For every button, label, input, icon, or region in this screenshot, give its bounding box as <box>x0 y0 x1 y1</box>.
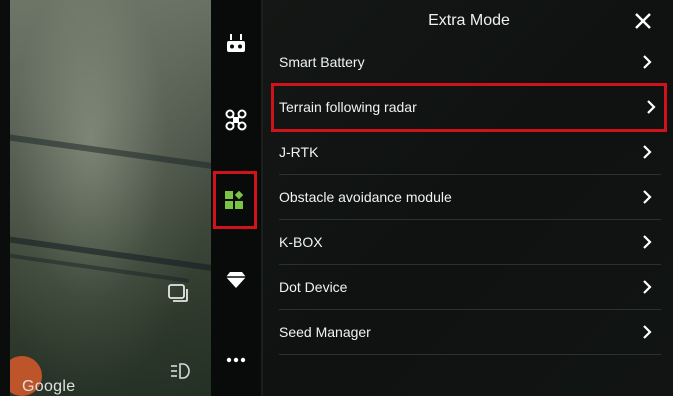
map-texture <box>10 131 211 175</box>
menu-item-label: Seed Manager <box>279 324 371 340</box>
menu-item-label: Terrain following radar <box>279 99 417 115</box>
chevron-right-icon <box>643 190 652 204</box>
menu-item-label: J-RTK <box>279 144 319 160</box>
menu-item-terrain-following-radar[interactable]: Terrain following radar <box>271 83 667 132</box>
menu-item-smart-battery[interactable]: Smart Battery <box>279 40 661 85</box>
light-icon[interactable] <box>170 362 190 386</box>
chevron-right-icon <box>643 325 652 339</box>
menu-item-k-box[interactable]: K-BOX <box>279 220 661 265</box>
pip-toggle-icon[interactable] <box>168 284 188 302</box>
map-view[interactable]: Google <box>10 0 211 396</box>
remote-controller-icon[interactable] <box>211 24 261 64</box>
extra-mode-menu: Smart Battery Terrain following radar J-… <box>271 40 667 355</box>
map-attribution: Google <box>22 378 76 395</box>
map-texture <box>10 234 211 272</box>
diamond-icon[interactable] <box>211 260 261 300</box>
close-icon[interactable] <box>632 10 654 32</box>
more-icon[interactable] <box>211 340 261 380</box>
chevron-right-icon <box>643 280 652 294</box>
menu-item-label: Smart Battery <box>279 54 365 70</box>
menu-item-label: Obstacle avoidance module <box>279 189 452 205</box>
extra-mode-panel: Extra Mode Smart Battery Terrain followi… <box>263 0 673 396</box>
menu-item-dot-device[interactable]: Dot Device <box>279 265 661 310</box>
menu-item-label: K-BOX <box>279 234 323 250</box>
extra-mode-icon[interactable] <box>213 171 257 229</box>
panel-title: Extra Mode <box>428 12 510 29</box>
side-icon-rail <box>211 0 261 396</box>
app-frame: Google Extra Mode Smart Battery Terrain … <box>0 0 673 396</box>
map-texture <box>10 251 190 283</box>
chevron-right-icon <box>643 145 652 159</box>
chevron-right-icon <box>643 235 652 249</box>
menu-item-label: Dot Device <box>279 279 348 295</box>
chevron-right-icon <box>647 100 656 114</box>
chevron-right-icon <box>643 55 652 69</box>
menu-item-seed-manager[interactable]: Seed Manager <box>279 310 661 355</box>
menu-item-obstacle-avoidance-module[interactable]: Obstacle avoidance module <box>279 175 661 220</box>
drone-icon[interactable] <box>211 100 261 140</box>
menu-item-j-rtk[interactable]: J-RTK <box>279 130 661 175</box>
